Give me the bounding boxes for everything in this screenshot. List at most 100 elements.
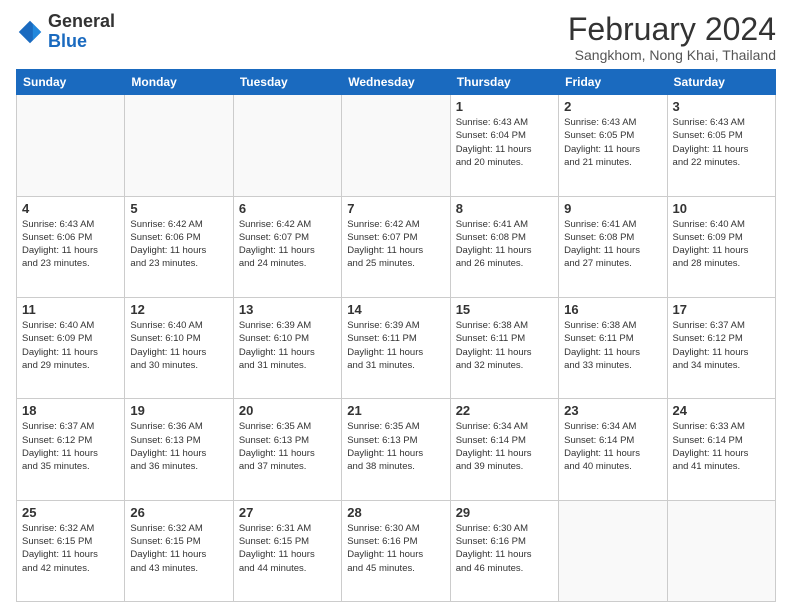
col-wednesday: Wednesday: [342, 70, 450, 95]
day-number: 23: [564, 403, 661, 418]
header: General Blue February 2024 Sangkhom, Non…: [16, 12, 776, 63]
calendar-cell: 13 Sunrise: 6:39 AM Sunset: 6:10 PM Dayli…: [233, 297, 341, 398]
day-info: Sunrise: 6:37 AM Sunset: 6:12 PM Dayligh…: [673, 319, 770, 372]
calendar-cell: 3 Sunrise: 6:43 AM Sunset: 6:05 PM Daylig…: [667, 95, 775, 196]
calendar-cell: 21 Sunrise: 6:35 AM Sunset: 6:13 PM Dayli…: [342, 399, 450, 500]
week-row-2: 4 Sunrise: 6:43 AM Sunset: 6:06 PM Daylig…: [17, 196, 776, 297]
col-sunday: Sunday: [17, 70, 125, 95]
day-number: 22: [456, 403, 553, 418]
calendar-cell: [559, 500, 667, 601]
calendar-cell: 29 Sunrise: 6:30 AM Sunset: 6:16 PM Dayli…: [450, 500, 558, 601]
day-number: 15: [456, 302, 553, 317]
calendar-cell: 9 Sunrise: 6:41 AM Sunset: 6:08 PM Daylig…: [559, 196, 667, 297]
logo-icon: [16, 18, 44, 46]
day-info: Sunrise: 6:35 AM Sunset: 6:13 PM Dayligh…: [239, 420, 336, 473]
calendar-cell: 12 Sunrise: 6:40 AM Sunset: 6:10 PM Dayli…: [125, 297, 233, 398]
day-number: 20: [239, 403, 336, 418]
day-number: 18: [22, 403, 119, 418]
logo-text: General Blue: [48, 12, 115, 52]
calendar-cell: 11 Sunrise: 6:40 AM Sunset: 6:09 PM Dayli…: [17, 297, 125, 398]
day-number: 4: [22, 201, 119, 216]
day-number: 25: [22, 505, 119, 520]
day-info: Sunrise: 6:40 AM Sunset: 6:09 PM Dayligh…: [673, 218, 770, 271]
day-info: Sunrise: 6:42 AM Sunset: 6:06 PM Dayligh…: [130, 218, 227, 271]
day-number: 9: [564, 201, 661, 216]
day-info: Sunrise: 6:38 AM Sunset: 6:11 PM Dayligh…: [456, 319, 553, 372]
calendar-cell: 2 Sunrise: 6:43 AM Sunset: 6:05 PM Daylig…: [559, 95, 667, 196]
day-number: 6: [239, 201, 336, 216]
day-number: 26: [130, 505, 227, 520]
col-tuesday: Tuesday: [233, 70, 341, 95]
day-info: Sunrise: 6:34 AM Sunset: 6:14 PM Dayligh…: [456, 420, 553, 473]
day-info: Sunrise: 6:33 AM Sunset: 6:14 PM Dayligh…: [673, 420, 770, 473]
day-info: Sunrise: 6:43 AM Sunset: 6:06 PM Dayligh…: [22, 218, 119, 271]
page: General Blue February 2024 Sangkhom, Non…: [0, 0, 792, 612]
calendar-cell: [342, 95, 450, 196]
day-info: Sunrise: 6:30 AM Sunset: 6:16 PM Dayligh…: [456, 522, 553, 575]
week-row-1: 1 Sunrise: 6:43 AM Sunset: 6:04 PM Daylig…: [17, 95, 776, 196]
calendar-cell: 17 Sunrise: 6:37 AM Sunset: 6:12 PM Dayli…: [667, 297, 775, 398]
day-number: 11: [22, 302, 119, 317]
day-number: 13: [239, 302, 336, 317]
col-monday: Monday: [125, 70, 233, 95]
day-info: Sunrise: 6:43 AM Sunset: 6:04 PM Dayligh…: [456, 116, 553, 169]
day-number: 12: [130, 302, 227, 317]
day-number: 19: [130, 403, 227, 418]
calendar-cell: [233, 95, 341, 196]
calendar-table: Sunday Monday Tuesday Wednesday Thursday…: [16, 69, 776, 602]
day-number: 14: [347, 302, 444, 317]
col-friday: Friday: [559, 70, 667, 95]
day-info: Sunrise: 6:42 AM Sunset: 6:07 PM Dayligh…: [239, 218, 336, 271]
day-info: Sunrise: 6:34 AM Sunset: 6:14 PM Dayligh…: [564, 420, 661, 473]
calendar-cell: [667, 500, 775, 601]
calendar-cell: 20 Sunrise: 6:35 AM Sunset: 6:13 PM Dayli…: [233, 399, 341, 500]
week-row-3: 11 Sunrise: 6:40 AM Sunset: 6:09 PM Dayli…: [17, 297, 776, 398]
calendar-cell: 10 Sunrise: 6:40 AM Sunset: 6:09 PM Dayli…: [667, 196, 775, 297]
day-info: Sunrise: 6:30 AM Sunset: 6:16 PM Dayligh…: [347, 522, 444, 575]
day-info: Sunrise: 6:43 AM Sunset: 6:05 PM Dayligh…: [564, 116, 661, 169]
day-number: 8: [456, 201, 553, 216]
calendar-cell: 28 Sunrise: 6:30 AM Sunset: 6:16 PM Dayli…: [342, 500, 450, 601]
header-row: Sunday Monday Tuesday Wednesday Thursday…: [17, 70, 776, 95]
day-info: Sunrise: 6:35 AM Sunset: 6:13 PM Dayligh…: [347, 420, 444, 473]
calendar-cell: 27 Sunrise: 6:31 AM Sunset: 6:15 PM Dayli…: [233, 500, 341, 601]
week-row-5: 25Sunrise: 6:32 AM Sunset: 6:15 PM Dayli…: [17, 500, 776, 601]
day-number: 16: [564, 302, 661, 317]
calendar-cell: 25Sunrise: 6:32 AM Sunset: 6:15 PM Dayli…: [17, 500, 125, 601]
calendar-cell: [125, 95, 233, 196]
calendar-cell: 24 Sunrise: 6:33 AM Sunset: 6:14 PM Dayli…: [667, 399, 775, 500]
day-number: 5: [130, 201, 227, 216]
day-number: 21: [347, 403, 444, 418]
day-info: Sunrise: 6:40 AM Sunset: 6:10 PM Dayligh…: [130, 319, 227, 372]
day-info: Sunrise: 6:43 AM Sunset: 6:05 PM Dayligh…: [673, 116, 770, 169]
calendar-cell: 26Sunrise: 6:32 AM Sunset: 6:15 PM Dayli…: [125, 500, 233, 601]
day-info: Sunrise: 6:39 AM Sunset: 6:10 PM Dayligh…: [239, 319, 336, 372]
col-thursday: Thursday: [450, 70, 558, 95]
calendar-cell: 22 Sunrise: 6:34 AM Sunset: 6:14 PM Dayli…: [450, 399, 558, 500]
calendar-cell: 4 Sunrise: 6:43 AM Sunset: 6:06 PM Daylig…: [17, 196, 125, 297]
title-area: February 2024 Sangkhom, Nong Khai, Thail…: [568, 12, 776, 63]
day-number: 1: [456, 99, 553, 114]
day-number: 2: [564, 99, 661, 114]
day-info: Sunrise: 6:36 AM Sunset: 6:13 PM Dayligh…: [130, 420, 227, 473]
day-number: 27: [239, 505, 336, 520]
logo: General Blue: [16, 12, 115, 52]
month-title: February 2024: [568, 12, 776, 47]
day-number: 3: [673, 99, 770, 114]
day-number: 17: [673, 302, 770, 317]
calendar-cell: 1 Sunrise: 6:43 AM Sunset: 6:04 PM Daylig…: [450, 95, 558, 196]
calendar-cell: 5 Sunrise: 6:42 AM Sunset: 6:06 PM Daylig…: [125, 196, 233, 297]
day-info: Sunrise: 6:31 AM Sunset: 6:15 PM Dayligh…: [239, 522, 336, 575]
day-info: Sunrise: 6:40 AM Sunset: 6:09 PM Dayligh…: [22, 319, 119, 372]
day-info: Sunrise: 6:38 AM Sunset: 6:11 PM Dayligh…: [564, 319, 661, 372]
day-number: 10: [673, 201, 770, 216]
day-info: Sunrise: 6:42 AM Sunset: 6:07 PM Dayligh…: [347, 218, 444, 271]
day-number: 29: [456, 505, 553, 520]
day-number: 28: [347, 505, 444, 520]
week-row-4: 18Sunrise: 6:37 AM Sunset: 6:12 PM Dayli…: [17, 399, 776, 500]
day-info: Sunrise: 6:41 AM Sunset: 6:08 PM Dayligh…: [564, 218, 661, 271]
subtitle: Sangkhom, Nong Khai, Thailand: [568, 47, 776, 63]
day-number: 24: [673, 403, 770, 418]
calendar-cell: 16 Sunrise: 6:38 AM Sunset: 6:11 PM Dayli…: [559, 297, 667, 398]
calendar-cell: 7Sunrise: 6:42 AM Sunset: 6:07 PM Daylig…: [342, 196, 450, 297]
